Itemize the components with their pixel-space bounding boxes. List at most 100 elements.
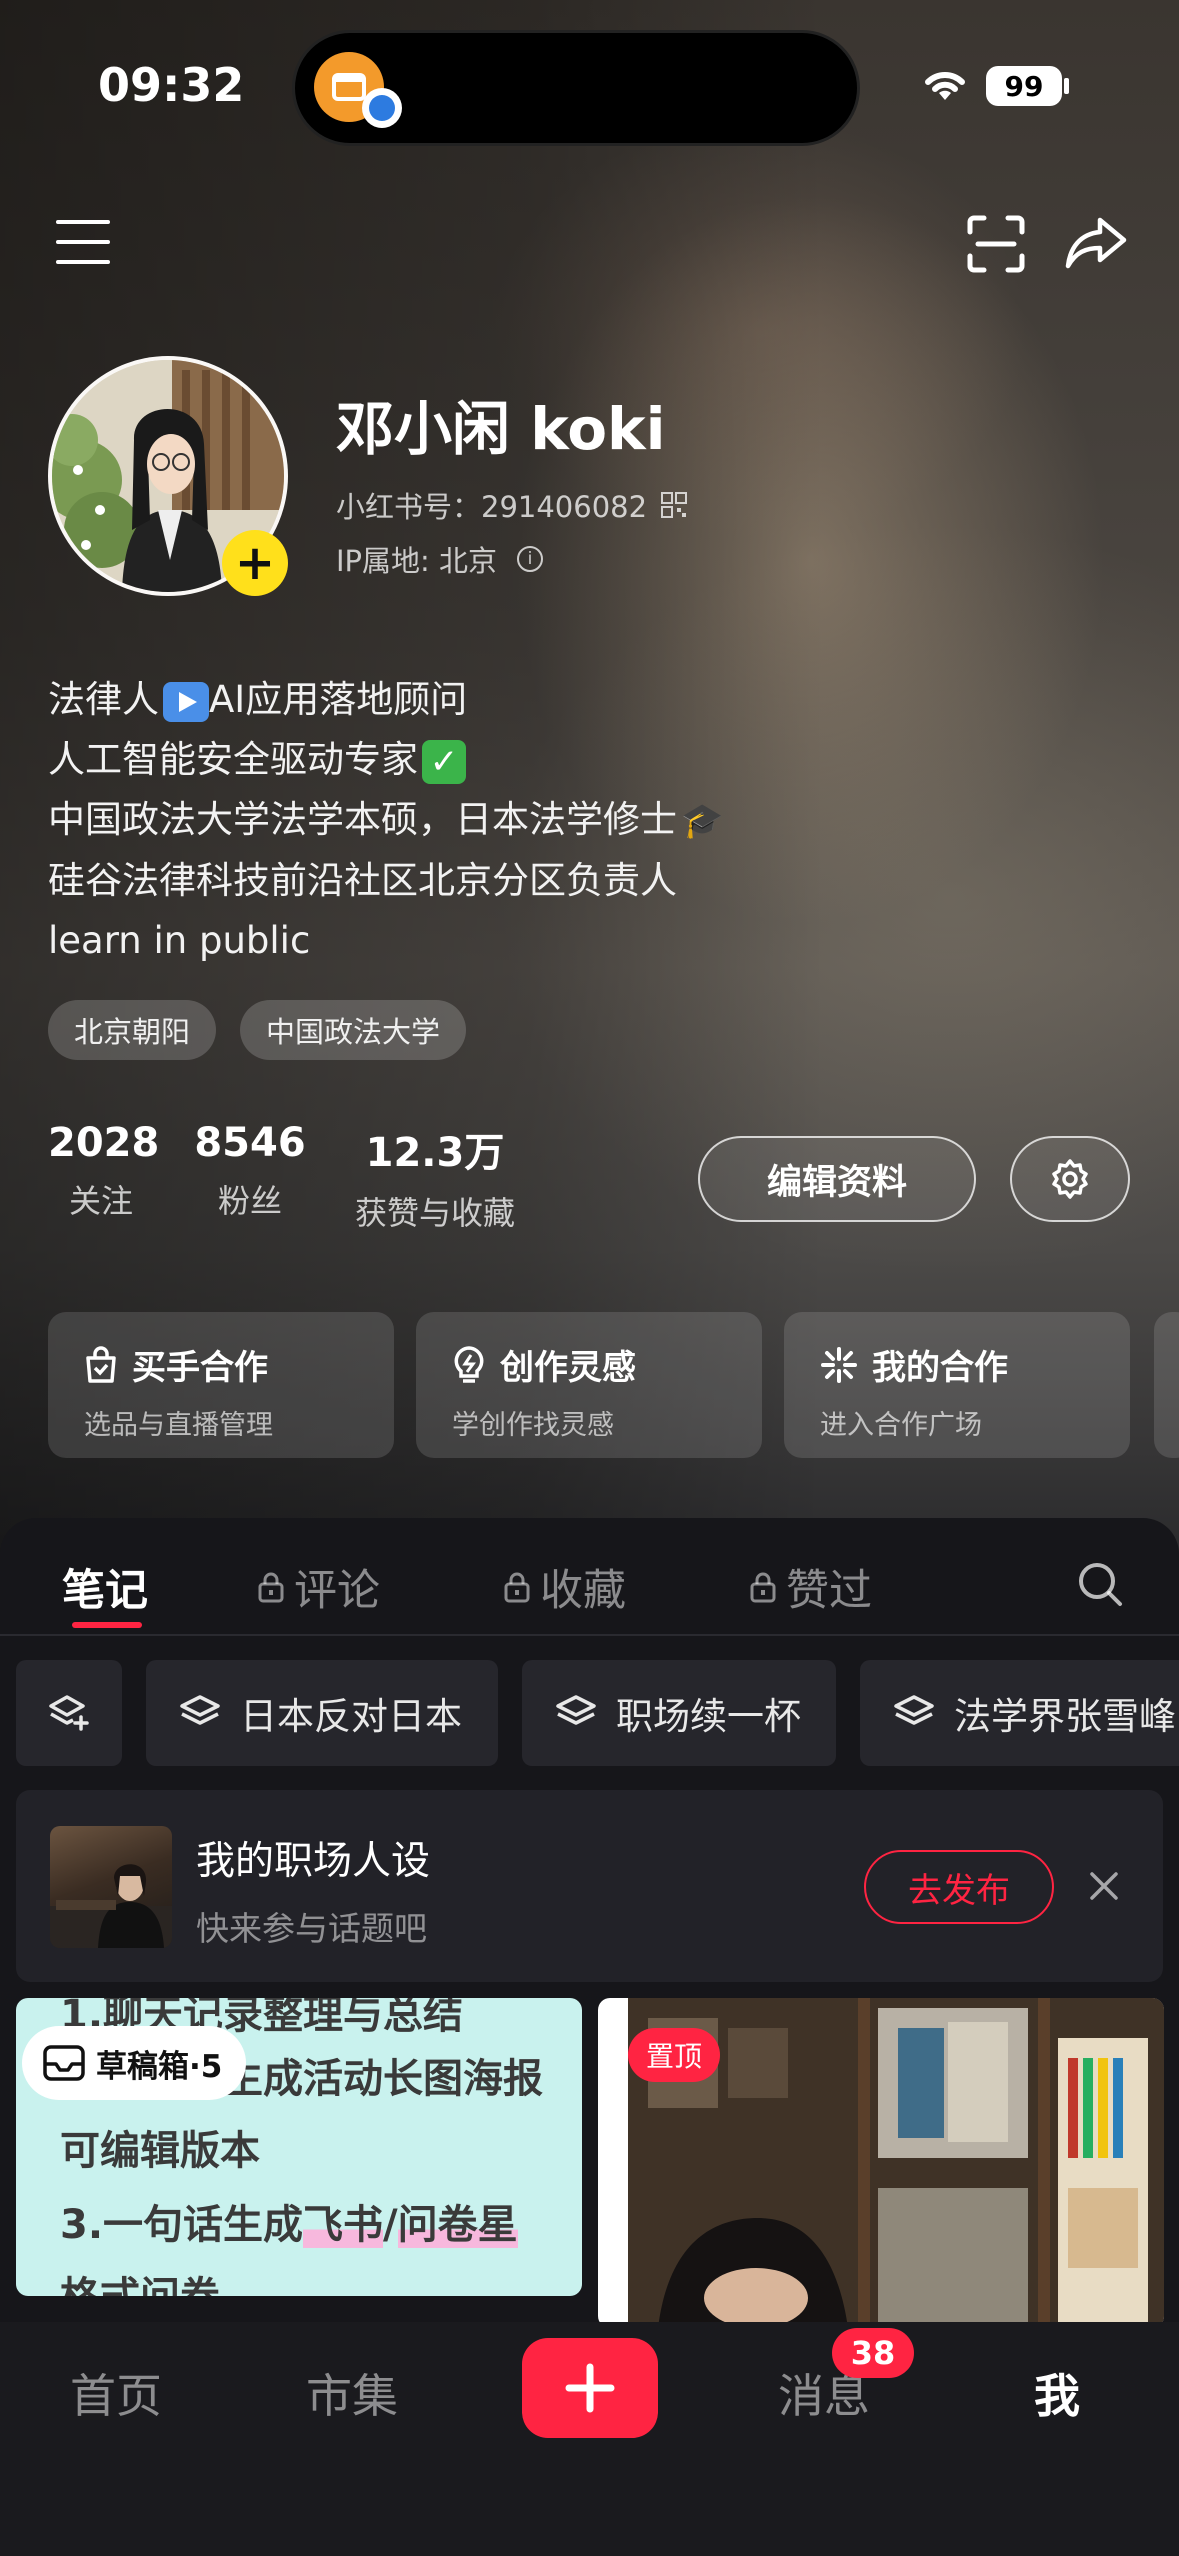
nickname: 邓小闲 koki (336, 395, 666, 463)
stat-likes-value: 12.3万 (365, 1130, 505, 1176)
nav-home[interactable]: 首页 (70, 2360, 162, 2426)
redbook-id[interactable]: 小红书号：291406082 (336, 484, 688, 526)
menu-icon[interactable] (56, 220, 110, 266)
pinned-badge: 置顶 (628, 2028, 721, 2082)
bio-line-5: learn in public (48, 919, 311, 962)
bio: 法律人 AI应用落地顾问 人工智能安全驱动专家 ✓ 中国政法大学法学本硕，日本法学修… (48, 670, 868, 971)
gear-icon (1052, 1159, 1088, 1199)
tab-comments[interactable]: 评论 (258, 1556, 380, 1618)
album-layers-icon (180, 1695, 220, 1725)
topic-subtitle: 快来参与话题吧 (196, 1909, 427, 1948)
bio-line-2-text: 人工智能安全驱动专家 (48, 738, 418, 781)
note-line-2: 可编辑版本 (60, 2128, 260, 2174)
card-my-cooperation[interactable]: 我的合作 进入合作广场 (784, 1312, 1130, 1458)
card-creative-inspiration[interactable]: 创作灵感 学创作找灵感 (416, 1312, 762, 1458)
tag-location[interactable]: 北京朝阳 (48, 1000, 217, 1060)
wifi-icon (925, 71, 965, 100)
create-post-button[interactable] (522, 2338, 658, 2438)
scan-icon[interactable] (966, 214, 1026, 274)
stat-following-label: 关注 (68, 1182, 133, 1220)
stat-following[interactable]: 2028 关注 (48, 1120, 160, 1222)
tab-divider (0, 1634, 1179, 1636)
album-chip-2-label: 职场续一杯 (616, 1695, 801, 1738)
add-album-icon (49, 1695, 89, 1731)
active-tab-indicator (72, 1622, 142, 1628)
bulb-icon (454, 1345, 484, 1383)
card-buyer-subtitle: 选品与直播管理 (84, 1410, 273, 1441)
stat-likes[interactable]: 12.3万 获赞与收藏 (344, 1120, 526, 1234)
stat-followers[interactable]: 8546 粉丝 (190, 1120, 310, 1222)
publish-button[interactable]: 去发布 (864, 1850, 1054, 1924)
ip-location: IP属地: 北京 i (336, 538, 544, 580)
note-line-3d: 问卷星 (397, 2202, 518, 2248)
battery-indicator: 99 (986, 66, 1062, 106)
bag-icon (86, 1345, 116, 1383)
album-chip-3[interactable]: 法学界张雪峰 (860, 1660, 1179, 1766)
inbox-icon (43, 2045, 85, 2081)
card-buyer-cooperation[interactable]: 买手合作 选品与直播管理 (48, 1312, 394, 1458)
album-chip-2[interactable]: 职场续一杯 (522, 1660, 836, 1766)
tab-liked[interactable]: 赞过 (750, 1556, 872, 1618)
bio-line-3: 中国政法大学法学本硕，日本法学修士 🎓 (48, 790, 868, 851)
battery-tip (1064, 78, 1069, 94)
sparkle-icon (821, 1346, 857, 1383)
check-emoji-icon: ✓ (422, 739, 466, 784)
add-album-button[interactable] (16, 1660, 122, 1766)
stat-following-value: 2028 (48, 1120, 160, 1166)
tab-collections-label: 收藏 (540, 1566, 626, 1616)
bio-line-1-b: AI应用落地顾问 (209, 678, 468, 721)
note-line-3: 3.一句话生成飞书/问卷星 (60, 2192, 518, 2250)
tab-liked-label: 赞过 (786, 1566, 872, 1616)
topic-thumbnail-figure (50, 1864, 172, 1948)
album-chip-1[interactable]: 日本反对日本 (146, 1660, 498, 1766)
tab-comments-label: 评论 (294, 1566, 380, 1616)
redbook-id-text: 小红书号：291406082 (336, 490, 648, 524)
card-my-cooperation-subtitle: 进入合作广场 (820, 1410, 982, 1441)
message-count-badge: 38 (832, 2328, 914, 2378)
tab-collections[interactable]: 收藏 (504, 1556, 626, 1618)
card-inspiration-title: 创作灵感 (500, 1348, 636, 1388)
note-line-4: 格式问卷 (60, 2264, 220, 2296)
bio-line-1: 法律人 AI应用落地顾问 (48, 670, 868, 730)
card-buyer-title: 买手合作 (132, 1348, 268, 1388)
stat-likes-label: 获赞与收藏 (354, 1194, 515, 1232)
topic-thumbnail (50, 1826, 172, 1948)
edit-profile-button[interactable]: 编辑资料 (698, 1136, 976, 1222)
bio-line-4: 硅谷法律科技前沿社区北京分区负责人 (48, 859, 677, 902)
status-time: 09:32 (98, 58, 245, 112)
tab-notes[interactable]: 笔记 (62, 1556, 148, 1618)
bio-line-1-a: 法律人 (48, 678, 159, 721)
share-icon[interactable] (1064, 214, 1128, 272)
settings-button[interactable] (1010, 1136, 1130, 1222)
info-icon[interactable]: i (517, 546, 544, 572)
note-line-3b: 飞书 (303, 2202, 384, 2248)
album-layers-icon (894, 1695, 934, 1725)
lock-icon (504, 1572, 530, 1603)
lock-icon (258, 1572, 284, 1603)
album-layers-icon (556, 1695, 596, 1725)
add-avatar-button[interactable]: + (222, 530, 288, 596)
drafts-box-label: 草稿箱·5 (96, 2048, 223, 2085)
search-icon[interactable] (1076, 1560, 1124, 1608)
nav-me[interactable]: 我 (1034, 2360, 1080, 2426)
stat-followers-label: 粉丝 (217, 1182, 282, 1220)
lock-icon (750, 1572, 776, 1603)
note-line-3c: / (383, 2202, 398, 2248)
tab-notes-label: 笔记 (62, 1566, 148, 1616)
stat-followers-value: 8546 (194, 1120, 306, 1166)
nav-market[interactable]: 市集 (306, 2360, 398, 2426)
card-overflow-peek[interactable] (1154, 1312, 1179, 1458)
profile-tags: 北京朝阳 中国政法大学 (48, 1000, 467, 1060)
tag-school[interactable]: 中国政法大学 (240, 1000, 467, 1060)
app-badge-icon (362, 88, 402, 128)
qr-code-icon[interactable] (661, 492, 688, 518)
graduation-cap-icon: 🎓 (681, 801, 724, 841)
close-icon[interactable] (1084, 1866, 1124, 1906)
card-inspiration-subtitle: 学创作找灵感 (452, 1410, 614, 1441)
album-chip-3-label: 法学界张雪峰 (954, 1695, 1176, 1738)
drafts-box-button[interactable]: 草稿箱·5 (22, 2026, 247, 2100)
plus-icon (565, 2363, 615, 2413)
card-my-cooperation-title: 我的合作 (872, 1348, 1008, 1388)
album-chip-1-label: 日本反对日本 (240, 1695, 462, 1738)
topic-title: 我的职场人设 (196, 1839, 431, 1884)
